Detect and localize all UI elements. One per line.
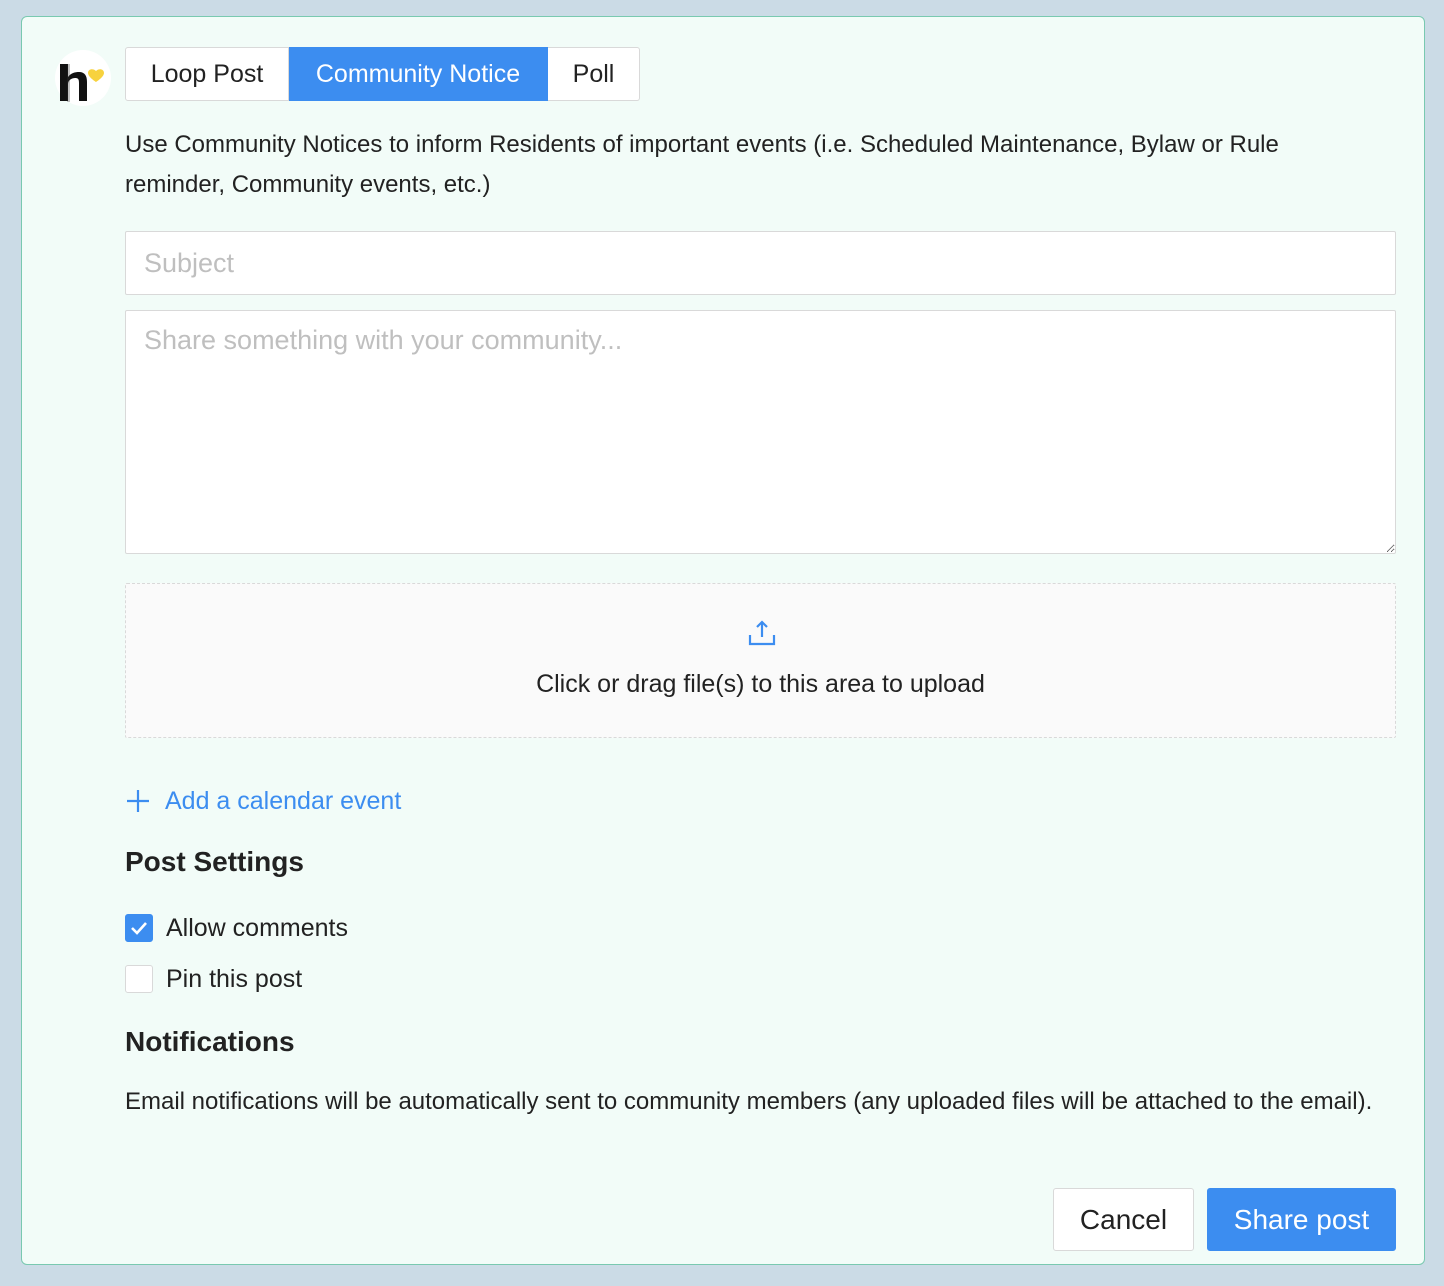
upload-icon bbox=[748, 620, 776, 646]
allow-comments-checkbox[interactable] bbox=[125, 914, 153, 942]
post-body-textarea[interactable] bbox=[125, 310, 1396, 554]
cancel-button[interactable]: Cancel bbox=[1053, 1188, 1194, 1251]
notifications-heading: Notifications bbox=[125, 1026, 295, 1057]
notice-description: Use Community Notices to inform Resident… bbox=[125, 131, 1279, 198]
subject-input[interactable] bbox=[125, 231, 1396, 295]
pin-post-checkbox[interactable] bbox=[125, 965, 153, 993]
post-type-tabs: Loop Post Community Notice Poll bbox=[125, 47, 640, 101]
checkmark-icon bbox=[131, 922, 147, 935]
create-post-card: Loop Post Community Notice Poll Use Comm… bbox=[21, 16, 1425, 1265]
add-calendar-event-label: Add a calendar event bbox=[165, 786, 402, 815]
pin-post-option[interactable]: Pin this post bbox=[125, 964, 302, 994]
tab-loop-post[interactable]: Loop Post bbox=[125, 47, 289, 101]
share-post-button[interactable]: Share post bbox=[1207, 1188, 1396, 1251]
file-upload-dropzone[interactable]: Click or drag file(s) to this area to up… bbox=[125, 583, 1396, 738]
post-settings-heading: Post Settings bbox=[125, 846, 304, 877]
add-calendar-event-link[interactable]: Add a calendar event bbox=[125, 783, 401, 819]
tab-poll[interactable]: Poll bbox=[548, 47, 640, 101]
tab-community-notice[interactable]: Community Notice bbox=[289, 47, 548, 101]
notifications-description: Email notifications will be automaticall… bbox=[125, 1088, 1373, 1115]
allow-comments-label: Allow comments bbox=[166, 913, 348, 942]
app-logo bbox=[55, 50, 111, 106]
plus-icon bbox=[127, 790, 149, 812]
allow-comments-option[interactable]: Allow comments bbox=[125, 913, 348, 943]
upload-hint: Click or drag file(s) to this area to up… bbox=[536, 670, 985, 698]
pin-post-label: Pin this post bbox=[166, 964, 303, 993]
